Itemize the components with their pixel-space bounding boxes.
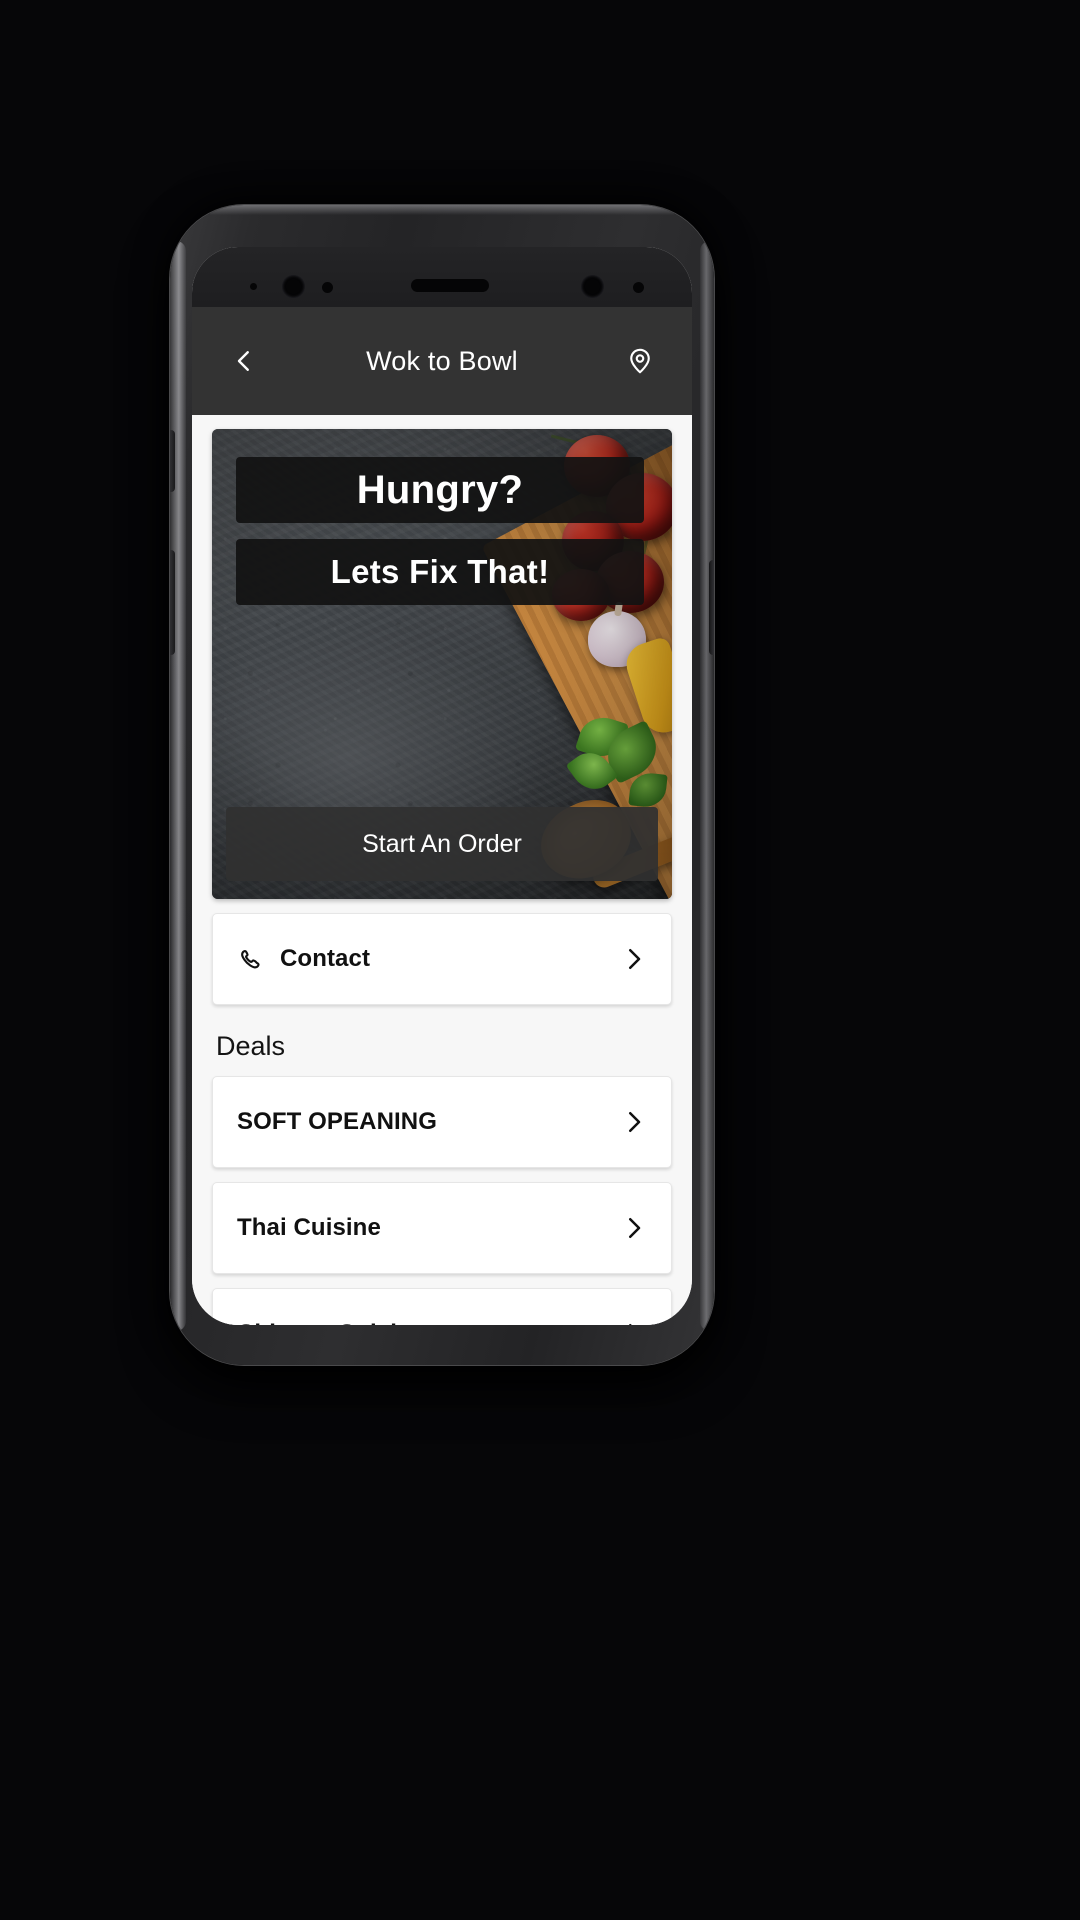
page-title: Wok to Bowl	[366, 345, 518, 376]
chevron-right-icon	[629, 1112, 641, 1132]
chevron-left-icon	[237, 351, 249, 371]
deal-row-1-left: Thai Cuisine	[237, 1214, 619, 1242]
chevron-right-icon	[629, 1324, 632, 1325]
chevron-right-icon	[629, 949, 641, 969]
deals-section-title: Deals	[216, 1031, 286, 1061]
phone-screen: Wok to Bowl Hungry? Lets Fix That! Start…	[192, 247, 692, 1325]
proximity-sensor-icon	[322, 282, 333, 293]
deal-row-2-left: Chinese Cuisine	[237, 1320, 619, 1325]
earpiece-speaker	[411, 279, 489, 292]
frame-right-highlight	[700, 241, 714, 1331]
location-button[interactable]	[612, 333, 668, 389]
hero-headline-secondary: Lets Fix That!	[236, 539, 644, 605]
deal-row-2[interactable]: Chinese Cuisine	[212, 1288, 672, 1325]
app-header-bar: Wok to Bowl	[192, 307, 692, 415]
chevron-right-icon	[629, 1218, 641, 1238]
phone-device-frame: Wok to Bowl Hungry? Lets Fix That! Start…	[170, 205, 714, 1365]
device-button-left-top[interactable]	[170, 430, 175, 492]
page-content: Hungry? Lets Fix That! Start An Order Co…	[192, 415, 692, 1325]
deal-row-0-left: SOFT OPEANING	[237, 1108, 619, 1136]
back-button[interactable]	[216, 333, 272, 389]
device-power-button[interactable]	[709, 560, 714, 655]
sensor-dot-icon	[250, 283, 257, 290]
deal-chevron	[619, 1213, 649, 1243]
device-volume-button[interactable]	[170, 550, 175, 655]
contact-label: Contact	[280, 945, 371, 972]
hero-banner[interactable]: Hungry? Lets Fix That! Start An Order	[212, 429, 672, 899]
contact-row-left: Contact	[237, 945, 619, 973]
hero-headline-secondary-text: Lets Fix That!	[330, 553, 550, 590]
deal-label: Chinese Cuisine	[237, 1320, 425, 1325]
hero-headline-primary-text: Hungry?	[356, 467, 524, 512]
start-order-button[interactable]: Start An Order	[226, 807, 658, 881]
start-order-label: Start An Order	[362, 829, 522, 858]
contact-row[interactable]: Contact	[212, 913, 672, 1005]
deal-chevron	[619, 1319, 649, 1325]
front-camera-icon	[282, 275, 305, 298]
frame-left-highlight	[170, 241, 186, 1331]
deal-label: Thai Cuisine	[237, 1214, 381, 1241]
deal-label: SOFT OPEANING	[237, 1108, 437, 1135]
screenshot-canvas: Wok to Bowl Hungry? Lets Fix That! Start…	[0, 0, 1080, 1920]
hero-headline-primary: Hungry?	[236, 457, 644, 523]
map-pin-icon	[630, 348, 650, 374]
phone-icon	[241, 949, 260, 968]
contact-chevron	[619, 944, 649, 974]
front-camera-secondary-icon	[581, 275, 604, 298]
deal-row-0[interactable]: SOFT OPEANING	[212, 1076, 672, 1168]
deal-row-1[interactable]: Thai Cuisine	[212, 1182, 672, 1274]
light-sensor-icon	[633, 282, 644, 293]
deal-chevron	[619, 1107, 649, 1137]
device-sensor-bezel	[192, 247, 692, 307]
frame-top-highlight	[210, 205, 674, 215]
